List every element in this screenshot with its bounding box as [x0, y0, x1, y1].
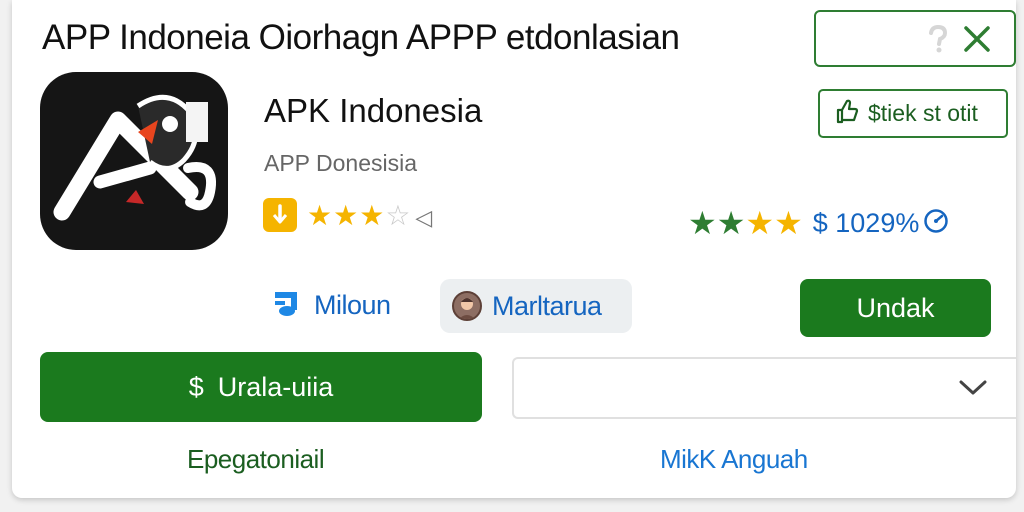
- avatar: [452, 291, 482, 321]
- app-logo-icon: [40, 72, 228, 250]
- stat-button[interactable]: $tiek st otit: [818, 89, 1008, 138]
- app-subtitle: APP Donesisia: [264, 150, 417, 176]
- undak-button[interactable]: Undak: [800, 279, 991, 337]
- download-icon[interactable]: [263, 198, 297, 232]
- app-rating-row: ★★★☆ ◁: [263, 198, 433, 232]
- close-icon[interactable]: [962, 24, 992, 59]
- star-icon: ★: [688, 205, 717, 241]
- footer-link-right[interactable]: MikK Anguah: [660, 444, 808, 475]
- developer-link[interactable]: Miloun: [272, 288, 391, 323]
- publisher-chip[interactable]: Marltarua: [440, 279, 632, 333]
- help-icon[interactable]: [924, 24, 952, 59]
- star-icon: ★: [716, 205, 746, 241]
- primary-action-button[interactable]: $ Urala-uiia: [40, 352, 482, 422]
- primary-action-label: Urala-uiia: [217, 371, 334, 402]
- options-select[interactable]: [512, 357, 1016, 419]
- developer-label: Miloun: [314, 290, 391, 320]
- rating-summary: ★ ★ ★ ★ $ 1029%: [688, 204, 949, 242]
- chevron-down-icon: [958, 379, 988, 402]
- clock-icon: [923, 208, 949, 239]
- header-action-box: [814, 10, 1016, 67]
- footer-link-left[interactable]: Epegatoniail: [187, 444, 325, 475]
- star-icon: ★: [745, 205, 775, 241]
- rating-value: $ 1029%: [812, 207, 920, 238]
- publisher-chip-label: Marltarua: [492, 290, 602, 321]
- thumbs-up-icon: [834, 98, 860, 129]
- star-rating: ★★★☆ ◁: [307, 199, 434, 231]
- app-name: APK Indonesia: [264, 92, 483, 129]
- stat-button-label: $tiek st otit: [868, 100, 978, 126]
- page-title: APP Indoneia Oiorhagn APPP etdonlasian: [42, 18, 680, 57]
- star-icon: ★: [774, 205, 803, 241]
- dollar-icon: $: [188, 371, 204, 402]
- music-note-icon: [272, 288, 302, 323]
